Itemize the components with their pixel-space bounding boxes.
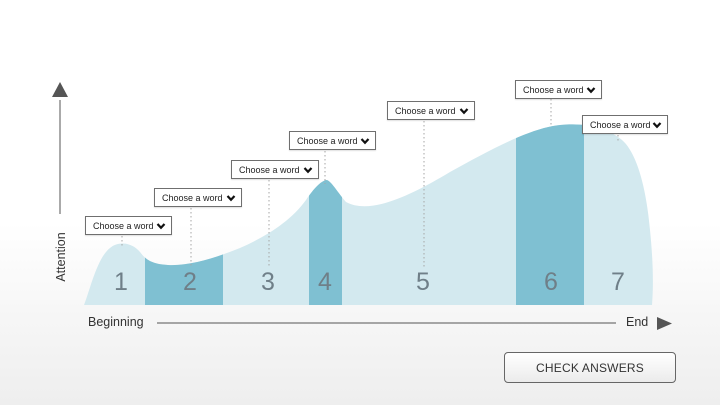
chevron-down-icon — [156, 222, 166, 229]
chevron-down-icon — [459, 107, 469, 114]
word-dropdown-4-value: Choose a word — [297, 135, 358, 146]
chevron-down-icon — [586, 86, 596, 93]
word-dropdown-3-value: Choose a word — [239, 164, 300, 175]
word-dropdown-3[interactable]: Choose a word — [231, 160, 319, 179]
chevron-down-icon — [652, 121, 662, 128]
word-dropdown-5-value: Choose a word — [395, 105, 456, 116]
word-dropdown-6[interactable]: Choose a word — [515, 80, 602, 99]
word-dropdown-5[interactable]: Choose a word — [387, 101, 475, 120]
segment-number-5: 5 — [416, 268, 430, 296]
segment-number-6: 6 — [544, 268, 558, 296]
word-dropdown-7-value: Choose a word — [590, 119, 651, 130]
x-axis-end-label: End — [626, 315, 649, 329]
arrow-up-icon — [52, 82, 68, 97]
segment-number-4: 4 — [318, 268, 332, 296]
attention-curve-chart — [52, 82, 672, 330]
highlight-band-2 — [145, 124, 223, 305]
segment-number-3: 3 — [261, 268, 275, 296]
chevron-down-icon — [226, 194, 236, 201]
x-axis-start-label: Beginning — [88, 315, 144, 329]
segment-number-1: 1 — [114, 268, 128, 296]
attention-curve-stage: Attention Beginning End 1 2 3 4 5 6 7 Ch… — [0, 0, 720, 405]
highlight-band-6 — [516, 124, 584, 305]
word-dropdown-2-value: Choose a word — [162, 192, 223, 203]
arrow-right-icon — [657, 317, 672, 330]
word-dropdown-1-value: Choose a word — [93, 220, 154, 231]
highlight-band-4 — [309, 124, 342, 305]
y-axis-label: Attention — [54, 232, 68, 282]
chevron-down-icon — [303, 166, 313, 173]
word-dropdown-2[interactable]: Choose a word — [154, 188, 242, 207]
word-dropdown-1[interactable]: Choose a word — [85, 216, 172, 235]
word-dropdown-4[interactable]: Choose a word — [289, 131, 376, 150]
chevron-down-icon — [360, 137, 370, 144]
word-dropdown-6-value: Choose a word — [523, 84, 584, 95]
check-answers-button[interactable]: CHECK ANSWERS — [504, 352, 676, 383]
word-dropdown-7[interactable]: Choose a word — [582, 115, 668, 134]
segment-number-2: 2 — [183, 268, 197, 296]
segment-number-7: 7 — [611, 268, 625, 296]
